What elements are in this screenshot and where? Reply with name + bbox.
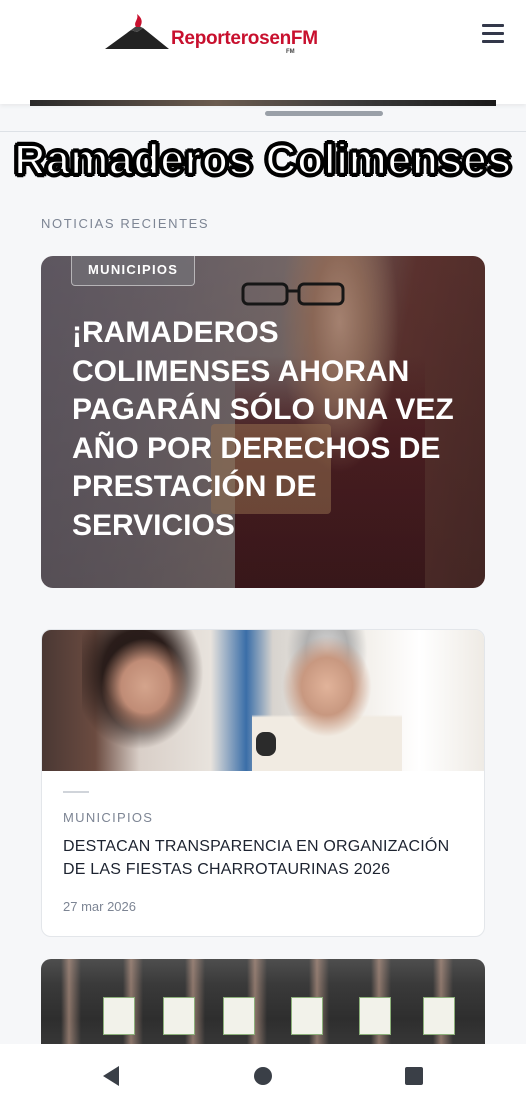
photo-certificate [223, 997, 255, 1035]
category-badge[interactable]: MUNICIPIOS [71, 256, 196, 286]
featured-article-title[interactable]: ¡RAMADEROS COLIMENSES AHORAN PAGARÁN SÓL… [72, 314, 464, 545]
hero-image-strip [30, 100, 496, 106]
article-date: 27 mar 2026 [63, 899, 136, 914]
system-navigation-bar [0, 1044, 526, 1105]
article-thumbnail [42, 630, 484, 771]
logo-subscript: FM [286, 49, 295, 55]
hamburger-icon-bar [482, 40, 504, 43]
featured-article-card[interactable]: MUNICIPIOS ¡RAMADEROS COLIMENSES AHORAN … [41, 256, 485, 588]
photo-certificate [103, 997, 135, 1035]
back-triangle-icon[interactable] [97, 1062, 125, 1090]
card-accent-rule [63, 791, 89, 793]
volcano-logo-icon [105, 14, 169, 49]
section-heading: NOTICIAS RECIENTES [41, 216, 210, 231]
site-logo[interactable]: ReporterosenFM FM [103, 12, 333, 56]
logo-wordmark: ReporterosenFM [171, 28, 318, 49]
photo-certificate [423, 997, 455, 1035]
photo-person-left [82, 630, 222, 771]
recents-square-icon[interactable] [400, 1062, 428, 1090]
overlay-caption-title: Ramaderos Colimenses [13, 135, 513, 186]
hamburger-icon [482, 24, 504, 27]
site-header: ReporterosenFM FM [0, 0, 526, 104]
hamburger-menu-button[interactable] [478, 24, 508, 52]
hamburger-icon-bar [482, 32, 504, 35]
carousel-scroll-indicator[interactable] [265, 111, 383, 116]
photo-certificate [359, 997, 391, 1035]
article-card[interactable]: MUNICIPIOS DESTACAN TRANSPARENCIA EN ORG… [41, 629, 485, 937]
article-title[interactable]: DESTACAN TRANSPARENCIA EN ORGANIZACIÓN D… [63, 835, 468, 881]
divider [0, 131, 526, 132]
photo-certificate [163, 997, 195, 1035]
photo-certificate [291, 997, 323, 1035]
home-circle-icon[interactable] [249, 1062, 277, 1090]
article-category[interactable]: MUNICIPIOS [63, 810, 153, 825]
photo-microphone [256, 732, 276, 756]
